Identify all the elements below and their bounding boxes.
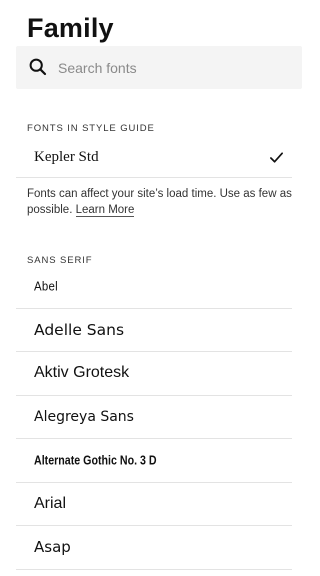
sans-serif-font-list: Abel Adelle Sans Aktiv Grotesk Alegreya … — [16, 265, 292, 570]
font-item-arial[interactable]: Arial — [16, 483, 292, 526]
font-item-label: Abel — [34, 278, 58, 294]
font-item-alternate-gothic[interactable]: Alternate Gothic No. 3 D — [16, 439, 292, 483]
check-icon — [270, 152, 283, 163]
font-item-aktiv-grotesk[interactable]: Aktiv Grotesk — [16, 352, 292, 396]
style-guide-font-item[interactable]: Kepler Std — [16, 140, 292, 178]
font-item-label: Asap — [34, 538, 71, 557]
font-item-abel[interactable]: Abel — [16, 265, 292, 309]
search-icon — [29, 58, 47, 76]
font-item-adelle-sans[interactable]: Adelle Sans — [16, 309, 292, 352]
font-item-label: Arial — [34, 494, 67, 512]
load-time-note-text: Fonts can affect your site’s load time. … — [27, 188, 292, 216]
learn-more-link[interactable]: Learn More — [75, 204, 135, 217]
load-time-note: Fonts can affect your site’s load time. … — [27, 186, 299, 218]
style-guide-section-label: FONTS IN STYLE GUIDE — [27, 123, 155, 134]
font-item-label: Alegreya Sans — [34, 408, 134, 425]
font-item-label: Aktiv Grotesk — [34, 364, 130, 382]
font-item-alegreya-sans[interactable]: Alegreya Sans — [16, 396, 292, 439]
font-item-label: Alternate Gothic No. 3 D — [34, 452, 157, 468]
search-input[interactable] — [58, 46, 288, 89]
style-guide-font-name: Kepler Std — [34, 149, 99, 165]
panel-title: Family — [27, 13, 114, 43]
font-item-label: Adelle Sans — [34, 320, 125, 339]
font-item-asap[interactable]: Asap — [16, 526, 292, 570]
search-bar[interactable] — [16, 46, 302, 89]
